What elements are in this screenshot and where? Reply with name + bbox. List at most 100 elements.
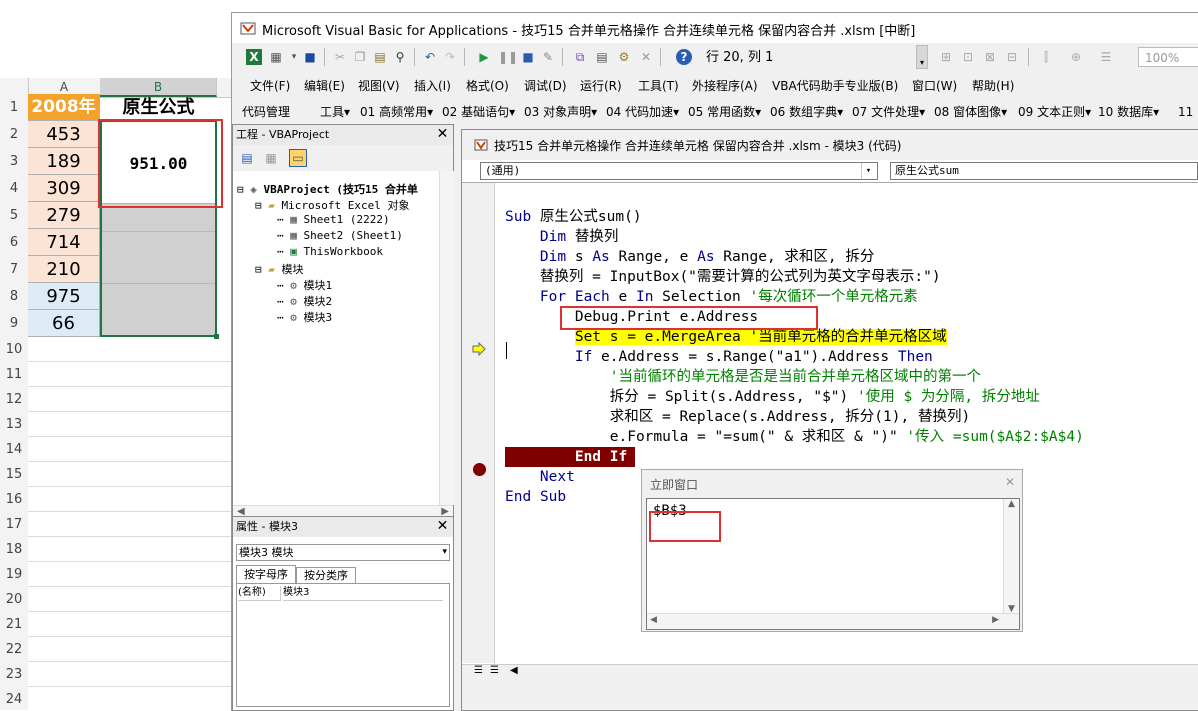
cell-a2[interactable]: 453 — [28, 121, 100, 148]
addin-menu-item[interactable]: 01 高频常用▾ — [360, 103, 433, 120]
tree-node-module2[interactable]: ⋯ ⚙ 模块2 — [277, 293, 332, 309]
row-header[interactable]: 1 — [0, 94, 28, 121]
row-header[interactable]: 15 — [0, 462, 28, 487]
cell-a8[interactable]: 975 — [28, 283, 100, 310]
row-header[interactable]: 7 — [0, 256, 28, 283]
redo-icon[interactable]: ↷ — [442, 49, 458, 65]
design-mode-icon[interactable]: ✎ — [540, 49, 556, 65]
row-header[interactable]: 18 — [0, 537, 28, 562]
break-icon[interactable]: ❚❚ — [498, 49, 518, 65]
cell-a7[interactable]: 210 — [28, 256, 100, 283]
cut-icon[interactable]: ✂ — [332, 49, 348, 65]
zoom-combo[interactable]: 100% — [1138, 47, 1198, 67]
code-line[interactable]: '当前循环的单元格是否是当前合并单元格区域中的第一个 — [505, 367, 981, 387]
menu-item[interactable]: 调试(D) — [524, 77, 567, 94]
grid-row[interactable] — [28, 387, 232, 412]
row-header[interactable]: 3 — [0, 148, 28, 175]
grid-row[interactable] — [28, 687, 232, 710]
align-left-icon[interactable]: ⫿ — [1038, 49, 1054, 65]
cell-a6[interactable]: 714 — [28, 229, 100, 256]
cell-a1[interactable]: 2008年 — [28, 94, 100, 121]
size-icon[interactable]: ⊠ — [982, 49, 998, 65]
insert-module-icon[interactable]: ▦ — [268, 49, 284, 65]
row-header[interactable]: 6 — [0, 229, 28, 256]
property-name-value[interactable]: 模块3 — [283, 586, 443, 601]
immediate-vscrollbar[interactable]: ▲ ▼ — [1003, 499, 1019, 614]
distribute-icon[interactable]: ☰ — [1098, 49, 1114, 65]
row-header[interactable]: 24 — [0, 687, 28, 710]
addin-menu-item[interactable]: 10 数据库▾ — [1098, 103, 1159, 120]
menu-item[interactable]: 视图(V) — [358, 77, 400, 94]
row-header[interactable]: 13 — [0, 412, 28, 437]
tree-node-sheet1[interactable]: ⋯ ▦ Sheet1 (2222) — [277, 213, 390, 226]
row-header[interactable]: 10 — [0, 337, 28, 362]
fill-handle[interactable] — [214, 334, 219, 339]
view-excel-icon[interactable]: X — [246, 49, 262, 65]
center-icon[interactable]: ⊕ — [1068, 49, 1084, 65]
scroll-left-icon[interactable]: ◀ — [510, 665, 518, 676]
object-combo[interactable]: (通用) ▾ — [480, 162, 878, 180]
code-line[interactable]: If e.Address = s.Range("a1").Address The… — [505, 347, 933, 367]
tree-node-modules[interactable]: ⊟ ▰ 模块 — [255, 261, 304, 277]
paste-icon[interactable]: ▤ — [372, 49, 388, 65]
close-immediate-icon[interactable]: ✕ — [1002, 474, 1018, 490]
addin-menu-item[interactable]: 代码管理 — [242, 103, 290, 120]
grid-row[interactable] — [28, 412, 232, 437]
menu-item[interactable]: 运行(R) — [580, 77, 622, 94]
cell-a4[interactable]: 309 — [28, 175, 100, 202]
addin-menu-item[interactable]: 09 文本正则▾ — [1018, 103, 1091, 120]
grid-row[interactable] — [28, 362, 232, 387]
object-browser-icon[interactable]: ⚙ — [616, 49, 632, 65]
row-header[interactable]: 12 — [0, 387, 28, 412]
run-icon[interactable]: ▶ — [476, 49, 492, 65]
addin-menu-item[interactable]: 05 常用函数▾ — [688, 103, 761, 120]
cell-b1[interactable]: 原生公式 — [100, 94, 217, 122]
grid-row[interactable] — [28, 562, 232, 587]
help-icon[interactable]: ? — [676, 49, 692, 65]
toolbox-icon[interactable]: ✕ — [638, 49, 654, 65]
code-line[interactable]: e.Formula = "=sum(" & 求和区 & ")" '传入 =sum… — [505, 427, 1084, 447]
margin-indicator-bar[interactable] — [462, 183, 495, 663]
row-header[interactable]: 20 — [0, 587, 28, 612]
menu-item[interactable]: 文件(F) — [250, 77, 290, 94]
row-header[interactable]: 11 — [0, 362, 28, 387]
menu-item[interactable]: 插入(I) — [414, 77, 451, 94]
addin-menu-item[interactable]: 03 对象声明▾ — [524, 103, 597, 120]
code-line[interactable]: 求和区 = Replace(s.Address, 拆分(1), 替换列) — [505, 407, 970, 427]
arrange-icon[interactable]: ⊟ — [1004, 49, 1020, 65]
row-header[interactable]: 21 — [0, 612, 28, 637]
menu-item[interactable]: 外接程序(A) — [692, 77, 758, 94]
properties-object-combo[interactable]: 模块3 模块 ▾ — [236, 544, 450, 561]
addin-menu-item[interactable]: 06 数组字典▾ — [770, 103, 843, 120]
tab-alphabetic[interactable]: 按字母序 — [236, 565, 296, 584]
undo-icon[interactable]: ↶ — [422, 49, 438, 65]
menu-item[interactable]: 格式(O) — [466, 77, 509, 94]
save-icon[interactable]: ■ — [302, 49, 318, 65]
tree-node-module1[interactable]: ⋯ ⚙ 模块1 — [277, 277, 332, 293]
row-header[interactable]: 5 — [0, 202, 28, 229]
addin-menu-item[interactable]: 工具▾ — [320, 103, 350, 120]
row-header[interactable]: 23 — [0, 662, 28, 687]
procedure-view-icon[interactable]: ☰ — [474, 665, 483, 676]
procedure-combo[interactable]: 原生公式sum — [890, 162, 1198, 180]
cell-a9[interactable]: 66 — [28, 310, 100, 337]
grid-row[interactable] — [28, 337, 232, 362]
grid-row[interactable] — [28, 612, 232, 637]
grid-row[interactable] — [28, 512, 232, 537]
code-line[interactable]: End If — [505, 447, 635, 467]
cell-a5[interactable]: 279 — [28, 202, 100, 229]
row-header[interactable]: 2 — [0, 121, 28, 148]
menu-item[interactable]: 编辑(E) — [304, 77, 345, 94]
addin-menu-item[interactable]: 02 基础语句▾ — [442, 103, 515, 120]
grid-row[interactable] — [28, 587, 232, 612]
code-line[interactable]: Set s = e.MergeArea '当前单元格的合并单元格区域 — [505, 327, 947, 347]
reset-icon[interactable]: ■ — [520, 49, 536, 65]
grid-row[interactable] — [28, 537, 232, 562]
tree-node-module3[interactable]: ⋯ ⚙ 模块3 — [277, 309, 332, 325]
view-code-icon[interactable]: ▤ — [239, 150, 255, 166]
code-line[interactable]: End Sub — [505, 487, 566, 507]
row-header[interactable]: 4 — [0, 175, 28, 202]
tree-node-project[interactable]: ⊟ ◈ VBAProject (技巧15 合并单 — [237, 181, 418, 197]
code-line[interactable]: Next — [505, 467, 575, 487]
row-header[interactable]: 19 — [0, 562, 28, 587]
